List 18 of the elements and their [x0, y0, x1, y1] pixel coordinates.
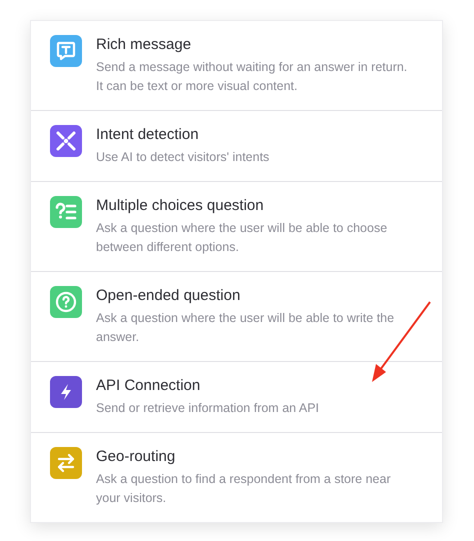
menu-item[interactable]: Open-ended question Ask a question where the user will be able to write the answer.	[31, 271, 442, 361]
item-description: Ask a question to find a respondent from a store near your visitors.	[96, 471, 392, 507]
item-description: Ask a question where the user will be able to write the answer.	[96, 310, 396, 346]
item-title: Rich message	[96, 35, 192, 55]
item-description: Send a message without waiting for an answer in return. It can be text or more visual content.	[96, 59, 408, 95]
item-title: Open-ended question	[96, 286, 242, 306]
menu-item[interactable]: Geo-routing Ask a question to find a respondent from a store near your visitors.	[31, 432, 442, 522]
item-description: Ask a question where the user will be able to choose between different options.	[96, 220, 388, 256]
menu-item[interactable]: API Connection Send or retrieve information from an API	[31, 361, 442, 432]
item-title: Intent detection	[96, 125, 200, 145]
menu-item[interactable]: Intent detection Use AI to detect visitors' intents	[31, 110, 442, 181]
item-description: Use AI to detect visitors' intents	[96, 149, 270, 166]
item-title: API Connection	[96, 376, 202, 396]
item-description: Send or retrieve information from an API	[96, 400, 320, 417]
menu-item[interactable]: Multiple choices question Ask a question where the user will be able to choose between different options.	[31, 181, 442, 271]
menu-item[interactable]: Rich message Send a message without waiting for an answer in return. It can be text or more visual content.	[31, 21, 442, 110]
item-title: Geo-routing	[96, 447, 176, 467]
item-title: Multiple choices question	[96, 196, 265, 216]
